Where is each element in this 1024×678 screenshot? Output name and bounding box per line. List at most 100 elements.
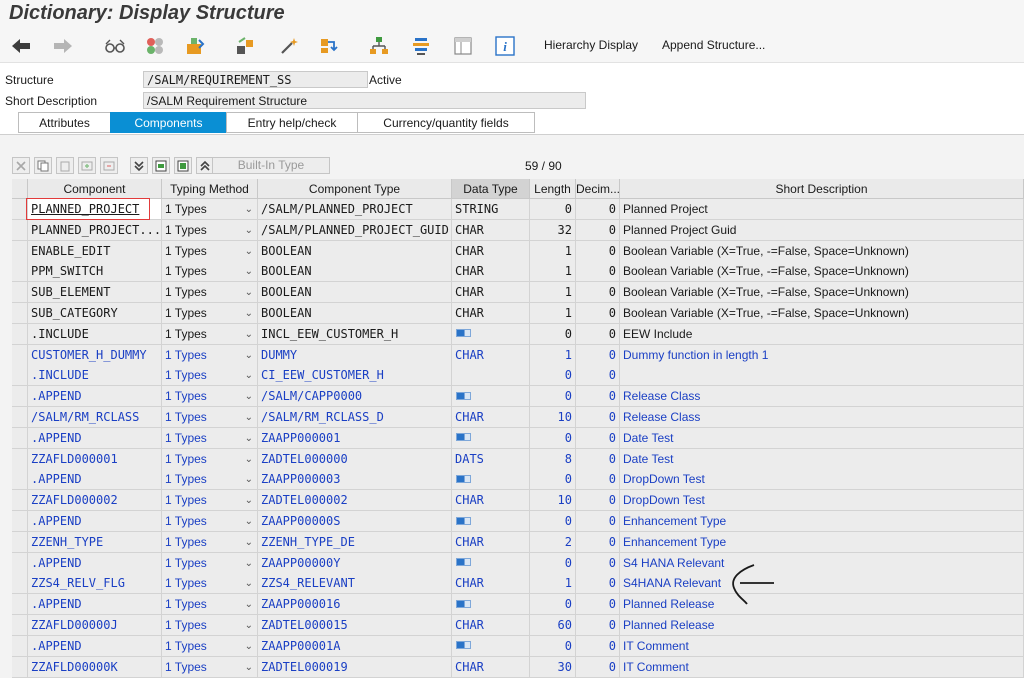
component-cell[interactable]: .INCLUDE [28, 365, 162, 387]
chevron-down-icon[interactable]: ⌄ [245, 594, 253, 614]
insert-row-icon[interactable] [78, 157, 96, 174]
component-cell[interactable]: ZZAFLD00000K [28, 656, 162, 678]
chevron-down-icon[interactable]: ⌄ [245, 386, 253, 406]
table-row[interactable]: ZZENH_TYPE 1 Types ⌄ ZZENH_TYPE_DE CHAR 2 0 Enh… [12, 531, 1024, 553]
chevron-down-icon[interactable]: ⌄ [245, 345, 253, 365]
display-change-glasses-icon[interactable] [104, 35, 126, 57]
tab-attributes[interactable]: Attributes [18, 112, 111, 133]
row-selector[interactable] [12, 219, 28, 241]
header-component-type[interactable]: Component Type [258, 179, 452, 199]
copy-row-icon[interactable] [34, 157, 52, 174]
info-icon[interactable]: i [494, 35, 516, 57]
row-selector[interactable] [12, 635, 28, 657]
row-selector[interactable] [12, 552, 28, 574]
component-cell[interactable]: ENABLE_EDIT [28, 240, 162, 262]
chevron-down-icon[interactable]: ⌄ [245, 324, 253, 344]
table-row[interactable]: .APPEND 1 Types ⌄ ZAAPP000001 0 0 Date Test [12, 427, 1024, 449]
component-cell[interactable]: PLANNED_PROJECT [28, 199, 162, 220]
row-selector[interactable] [12, 531, 28, 553]
header-data-type[interactable]: Data Type [452, 179, 530, 199]
chevron-down-icon[interactable]: ⌄ [245, 553, 253, 573]
chevron-down-icon[interactable]: ⌄ [245, 241, 253, 261]
chevron-down-icon[interactable]: ⌄ [245, 261, 253, 281]
chevron-down-icon[interactable]: ⌄ [245, 199, 253, 219]
back-arrow-icon[interactable] [10, 35, 32, 57]
table-row[interactable]: ZZAFLD000001 1 Types ⌄ ZADTEL000000 DATS 8 0 Da… [12, 448, 1024, 470]
component-cell[interactable]: ZZENH_TYPE [28, 531, 162, 553]
row-selector[interactable] [12, 656, 28, 678]
row-selector[interactable] [12, 594, 28, 616]
table-row[interactable]: ZZAFLD000002 1 Types ⌄ ZADTEL000002 CHAR 10 0 D… [12, 490, 1024, 512]
row-selector[interactable] [12, 344, 28, 366]
short-description-field[interactable]: /SALM Requirement Structure [143, 92, 586, 109]
table-row[interactable]: .INCLUDE 1 Types ⌄ CI_EEW_CUSTOMER_H 0 0 [12, 365, 1024, 387]
chevron-down-icon[interactable]: ⌄ [245, 532, 253, 552]
component-cell[interactable]: PPM_SWITCH [28, 261, 162, 283]
row-selector[interactable] [12, 573, 28, 595]
typing-method-cell[interactable]: 1 Types ⌄ [162, 219, 258, 241]
tab-entry-help-check[interactable]: Entry help/check [226, 112, 358, 133]
row-selector[interactable] [12, 323, 28, 345]
chevron-down-icon[interactable]: ⌄ [245, 469, 253, 489]
component-cell[interactable]: SUB_CATEGORY [28, 303, 162, 324]
row-selector[interactable] [12, 365, 28, 387]
component-cell[interactable]: .APPEND [28, 635, 162, 657]
typing-method-cell[interactable]: 1 Types ⌄ [162, 656, 258, 678]
row-selector[interactable] [12, 386, 28, 408]
table-row[interactable]: SUB_ELEMENT 1 Types ⌄ BOOLEAN CHAR 1 0 Boolean … [12, 282, 1024, 304]
table-row[interactable]: ZZAFLD00000J 1 Types ⌄ ZADTEL000015 CHAR 60 0 P… [12, 615, 1024, 636]
header-typing-method[interactable]: Typing Method [162, 179, 258, 199]
typing-method-cell[interactable]: 1 Types ⌄ [162, 594, 258, 616]
chevron-down-icon[interactable]: ⌄ [245, 449, 253, 469]
table-row[interactable]: .APPEND 1 Types ⌄ ZAAPP000016 0 0 Planned Rele… [12, 594, 1024, 616]
magic-wand-icon[interactable] [278, 35, 300, 57]
where-used-list-icon[interactable] [234, 35, 256, 57]
table-row[interactable]: .APPEND 1 Types ⌄ ZAAPP00000S 0 0 Enhancement … [12, 511, 1024, 532]
component-cell[interactable]: .INCLUDE [28, 323, 162, 345]
check-objects-icon[interactable] [144, 35, 166, 57]
stack-layers-icon[interactable] [410, 35, 432, 57]
row-selector-header[interactable] [12, 179, 28, 199]
chevron-down-icon[interactable]: ⌄ [245, 657, 253, 677]
chevron-down-icon[interactable]: ⌄ [245, 282, 253, 302]
table-row[interactable]: /SALM/RM_RCLASS 1 Types ⌄ /SALM/RM_RCLASS_D… [12, 407, 1024, 428]
row-selector[interactable] [12, 427, 28, 449]
component-cell[interactable]: .APPEND [28, 427, 162, 449]
component-cell[interactable]: .APPEND [28, 386, 162, 408]
paste-row-icon[interactable] [56, 157, 74, 174]
table-row[interactable]: CUSTOMER_H_DUMMY 1 Types ⌄ DUMMY CHAR 1 0 Dummy… [12, 344, 1024, 366]
typing-method-cell[interactable]: 1 Types ⌄ [162, 427, 258, 449]
typing-method-cell[interactable]: 1 Types ⌄ [162, 490, 258, 512]
component-cell[interactable]: ZZS4_RELV_FLG [28, 573, 162, 595]
component-cell[interactable]: /SALM/RM_RCLASS [28, 407, 162, 428]
table-row[interactable]: ZZS4_RELV_FLG 1 Types ⌄ ZZS4_RELEVANT CHAR 1 0… [12, 573, 1024, 595]
expand-all-icon[interactable] [130, 157, 148, 174]
row-selector[interactable] [12, 199, 28, 220]
built-in-type-button[interactable]: Built-In Type [212, 157, 330, 174]
typing-method-cell[interactable]: 1 Types ⌄ [162, 261, 258, 283]
navigate-hierarchy-icon[interactable] [318, 35, 340, 57]
header-decimals[interactable]: Decim... [576, 179, 620, 199]
component-cell[interactable]: .APPEND [28, 552, 162, 574]
component-cell[interactable]: SUB_ELEMENT [28, 282, 162, 304]
row-selector[interactable] [12, 240, 28, 262]
typing-method-cell[interactable]: 1 Types ⌄ [162, 615, 258, 636]
chevron-down-icon[interactable]: ⌄ [245, 303, 253, 323]
row-selector[interactable] [12, 511, 28, 532]
table-row[interactable]: .APPEND 1 Types ⌄ ZAAPP00000Y 0 0 S4 HANA Rele… [12, 552, 1024, 574]
tab-currency-quantity-fields[interactable]: Currency/quantity fields [357, 112, 535, 133]
table-row[interactable]: PPM_SWITCH 1 Types ⌄ BOOLEAN CHAR 1 0 Boolean V… [12, 261, 1024, 283]
row-selector[interactable] [12, 282, 28, 304]
row-selector[interactable] [12, 490, 28, 512]
component-cell[interactable]: .APPEND [28, 594, 162, 616]
table-row[interactable]: ZZAFLD00000K 1 Types ⌄ ZADTEL000019 CHAR 30 0 I… [12, 656, 1024, 678]
typing-method-cell[interactable]: 1 Types ⌄ [162, 573, 258, 595]
append-structure-button[interactable]: Append Structure... [662, 38, 765, 52]
typing-method-cell[interactable]: 1 Types ⌄ [162, 511, 258, 532]
typing-method-cell[interactable]: 1 Types ⌄ [162, 303, 258, 324]
header-length[interactable]: Length [530, 179, 576, 199]
typing-method-cell[interactable]: 1 Types ⌄ [162, 531, 258, 553]
table-row[interactable]: SUB_CATEGORY 1 Types ⌄ BOOLEAN CHAR 1 0 Boolean… [12, 303, 1024, 324]
typing-method-cell[interactable]: 1 Types ⌄ [162, 635, 258, 657]
chevron-down-icon[interactable]: ⌄ [245, 220, 253, 240]
